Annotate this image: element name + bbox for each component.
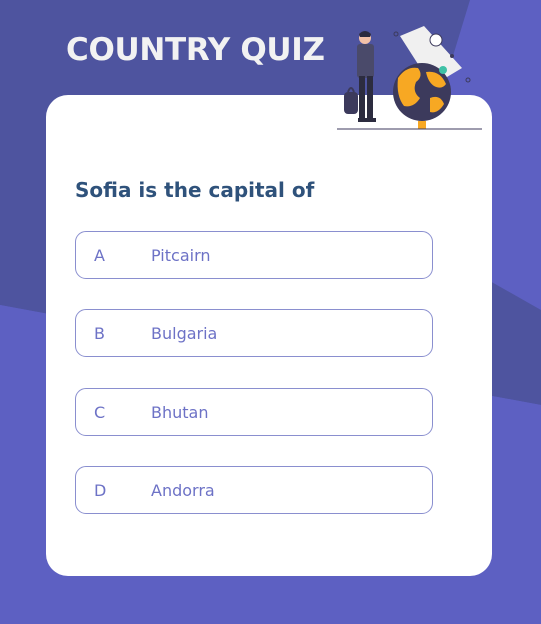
person-with-globe-illustration bbox=[337, 26, 482, 130]
option-letter: D bbox=[94, 481, 107, 500]
question-text: Sofia is the capital of bbox=[75, 178, 315, 202]
app-title: COUNTRY QUIZ bbox=[66, 32, 325, 68]
option-text: Bulgaria bbox=[151, 324, 218, 343]
answer-option-c[interactable]: C Bhutan bbox=[75, 388, 433, 436]
option-letter: B bbox=[94, 324, 105, 343]
option-text: Pitcairn bbox=[151, 246, 211, 265]
answer-option-d[interactable]: D Andorra bbox=[75, 466, 433, 514]
option-text: Andorra bbox=[151, 481, 215, 500]
option-letter: C bbox=[94, 403, 106, 422]
answer-option-a[interactable]: A Pitcairn bbox=[75, 231, 433, 279]
answer-option-b[interactable]: B Bulgaria bbox=[75, 309, 433, 357]
option-letter: A bbox=[94, 246, 105, 265]
option-text: Bhutan bbox=[151, 403, 209, 422]
